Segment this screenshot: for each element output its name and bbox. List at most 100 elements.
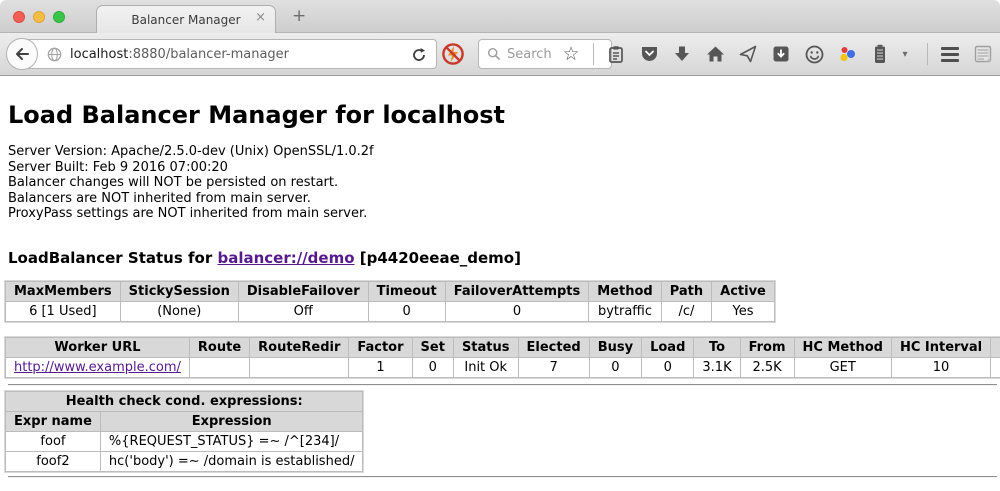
send-tab-icon[interactable] bbox=[737, 43, 759, 65]
note-persist: Balancer changes will NOT be persisted o… bbox=[8, 175, 1000, 191]
col-busy: Busy bbox=[589, 337, 641, 357]
section-divider bbox=[8, 384, 997, 386]
col-hc-method: HC Method bbox=[794, 337, 891, 357]
cell-stickysession: (None) bbox=[120, 301, 238, 321]
col-to: To bbox=[694, 337, 740, 357]
bottom-divider bbox=[8, 476, 997, 478]
cell-factor: 1 bbox=[349, 357, 412, 377]
balancer-status-heading: LoadBalancer Status for balancer://demo … bbox=[8, 249, 1000, 267]
page-title: Load Balancer Manager for localhost bbox=[8, 76, 1000, 129]
cell-failoverattempts: 0 bbox=[445, 301, 589, 321]
reading-list-icon[interactable] bbox=[605, 43, 627, 65]
bookmark-star-icon[interactable]: ☆ bbox=[560, 43, 582, 65]
col-passes: Passes bbox=[991, 337, 1000, 357]
cell-to: 3.1K bbox=[694, 357, 740, 377]
server-info: Server Version: Apache/2.5.0-dev (Unix) … bbox=[8, 144, 1000, 222]
cell-maxmembers: 6 [1 Used] bbox=[6, 301, 121, 321]
note-inherit-balancers: Balancers are NOT inherited from main se… bbox=[8, 191, 1000, 207]
col-load: Load bbox=[642, 337, 694, 357]
cell-method: bytraffic bbox=[589, 301, 661, 321]
pocket-icon[interactable] bbox=[638, 43, 660, 65]
cell-load: 0 bbox=[642, 357, 694, 377]
col-set: Set bbox=[412, 337, 453, 357]
cell-active: Yes bbox=[712, 301, 775, 321]
search-icon bbox=[487, 47, 501, 61]
back-button[interactable] bbox=[6, 38, 38, 70]
cell-path: /c/ bbox=[661, 301, 711, 321]
emoji-smiley-icon[interactable] bbox=[803, 43, 825, 65]
home-icon[interactable] bbox=[704, 43, 726, 65]
col-disablefailover: DisableFailover bbox=[238, 281, 368, 301]
expr-row: foof2 hc('body') =~ /domain is establish… bbox=[6, 451, 363, 471]
color-dots-extension-icon[interactable] bbox=[836, 43, 858, 65]
col-route: Route bbox=[189, 337, 249, 357]
cell-expression: %{REQUEST_STATUS} =~ /^[234]/ bbox=[100, 431, 363, 451]
tab-close-icon[interactable]: × bbox=[255, 11, 266, 24]
url-hostname: localhost bbox=[70, 47, 128, 62]
window-controls bbox=[13, 11, 65, 23]
worker-url-link[interactable]: http://www.example.com/ bbox=[14, 360, 181, 375]
tab-strip: Balancer Manager × + bbox=[0, 0, 1000, 33]
url-text: localhost:8880/balancer-manager bbox=[70, 47, 289, 62]
cell-route bbox=[189, 357, 249, 377]
heading-suffix: [p4420eeae_demo] bbox=[355, 249, 521, 267]
cell-hc-interval: 10 bbox=[891, 357, 990, 377]
reload-button[interactable] bbox=[411, 47, 427, 63]
server-built: Server Built: Feb 9 2016 07:00:20 bbox=[8, 160, 1000, 176]
battery-extension-icon[interactable] bbox=[869, 43, 891, 65]
tab-balancer-manager[interactable]: Balancer Manager × bbox=[96, 5, 276, 33]
col-expression: Expression bbox=[100, 411, 363, 431]
col-timeout: Timeout bbox=[368, 281, 445, 301]
expr-row: foof %{REQUEST_STATUS} =~ /^[234]/ bbox=[6, 431, 363, 451]
cell-disablefailover: Off bbox=[238, 301, 368, 321]
server-version: Server Version: Apache/2.5.0-dev (Unix) … bbox=[8, 144, 1000, 160]
overflow-caret-icon[interactable]: ▾ bbox=[894, 43, 916, 65]
col-method: Method bbox=[589, 281, 661, 301]
cell-from: 2.5K bbox=[740, 357, 794, 377]
cell-timeout: 0 bbox=[368, 301, 445, 321]
back-arrow-icon bbox=[13, 45, 31, 63]
heading-prefix: LoadBalancer Status for bbox=[8, 249, 217, 267]
cell-passes: 1 (0) bbox=[991, 357, 1000, 377]
note-inherit-proxypass: ProxyPass settings are NOT inherited fro… bbox=[8, 206, 1000, 222]
health-check-table: Health check cond. expressions: Expr nam… bbox=[5, 391, 363, 472]
save-to-box-icon[interactable] bbox=[770, 43, 792, 65]
close-window-button[interactable] bbox=[13, 11, 25, 23]
new-tab-button[interactable]: + bbox=[292, 6, 306, 26]
cell-set: 0 bbox=[412, 357, 453, 377]
table-header-row: Worker URL Route RouteRedir Factor Set S… bbox=[6, 337, 1000, 357]
col-status: Status bbox=[453, 337, 518, 357]
url-path: :8880/balancer-manager bbox=[128, 47, 289, 62]
table-row: 6 [1 Used] (None) Off 0 0 bytraffic /c/ … bbox=[6, 301, 775, 321]
flash-blocked-icon[interactable] bbox=[441, 42, 465, 66]
balancer-demo-link[interactable]: balancer://demo bbox=[217, 249, 354, 267]
health-check-title: Health check cond. expressions: bbox=[6, 391, 363, 411]
col-factor: Factor bbox=[349, 337, 412, 357]
col-worker-url: Worker URL bbox=[6, 337, 190, 357]
cell-status: Init Ok bbox=[453, 357, 518, 377]
sidebar-page-icon[interactable] bbox=[972, 43, 994, 65]
toolbar-separator bbox=[927, 43, 928, 65]
page-content: Load Balancer Manager for localhost Serv… bbox=[0, 76, 1000, 491]
cell-busy: 0 bbox=[589, 357, 641, 377]
cell-hc-method: GET bbox=[794, 357, 891, 377]
col-failoverattempts: FailoverAttempts bbox=[445, 281, 589, 301]
toolbar-icons: ☆ bbox=[560, 33, 994, 75]
balancer-settings-table: MaxMembers StickySession DisableFailover… bbox=[5, 281, 775, 322]
menu-hamburger-icon[interactable] bbox=[939, 43, 961, 65]
cell-routeredir bbox=[250, 357, 349, 377]
worker-row: http://www.example.com/ 1 0 Init Ok 7 0 … bbox=[6, 357, 1000, 377]
url-bar[interactable]: localhost:8880/balancer-manager bbox=[14, 39, 437, 69]
col-maxmembers: MaxMembers bbox=[6, 281, 121, 301]
worker-table: Worker URL Route RouteRedir Factor Set S… bbox=[5, 337, 1000, 378]
toolbar-separator bbox=[593, 43, 594, 65]
zoom-window-button[interactable] bbox=[53, 11, 65, 23]
tab-title: Balancer Manager bbox=[131, 13, 240, 27]
col-path: Path bbox=[661, 281, 711, 301]
col-routeredir: RouteRedir bbox=[250, 337, 349, 357]
downloads-icon[interactable] bbox=[671, 43, 693, 65]
col-elected: Elected bbox=[518, 337, 589, 357]
cell-expr-name: foof2 bbox=[6, 451, 101, 471]
minimize-window-button[interactable] bbox=[33, 11, 45, 23]
col-hc-interval: HC Interval bbox=[891, 337, 990, 357]
